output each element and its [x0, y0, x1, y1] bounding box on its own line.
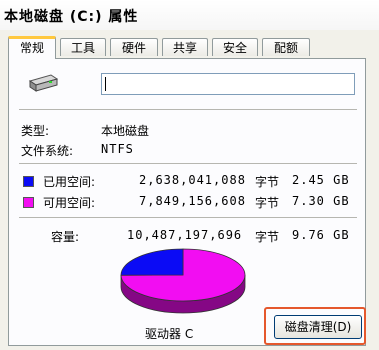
tab-quota[interactable]: 配额: [262, 38, 310, 56]
used-space-label: 已用空间:: [43, 175, 96, 189]
type-label: 类型:: [21, 124, 50, 138]
divider: [19, 109, 357, 110]
free-space-bytes: 7,849,156,608: [139, 194, 246, 208]
title-bar[interactable]: 本地磁盘 (C:) 属性: [0, 0, 379, 30]
filesystem-label: 文件系统:: [21, 144, 74, 158]
tab-label: 常规: [19, 41, 44, 55]
type-value: 本地磁盘: [101, 124, 150, 138]
divider: [19, 163, 357, 164]
tab-label: 安全: [222, 41, 247, 55]
disk-cleanup-label: 磁盘清理(D): [284, 320, 352, 334]
used-space-unit: 字节: [255, 175, 280, 189]
capacity-bytes: 10,487,197,696: [127, 228, 243, 242]
properties-window: 本地磁盘 (C:) 属性 常规 工具 硬件 共享 安全 配额 类型: 本地磁盘 …: [0, 0, 379, 350]
tab-sharing[interactable]: 共享: [162, 38, 208, 56]
disk-cleanup-button[interactable]: 磁盘清理(D): [274, 315, 362, 339]
disk-usage-pie: [120, 248, 246, 314]
tab-label: 共享: [172, 41, 197, 55]
drive-label: 驱动器 C: [145, 327, 194, 341]
tab-general[interactable]: 常规: [8, 36, 56, 59]
capacity-unit: 字节: [255, 230, 280, 244]
tab-label: 配额: [273, 41, 298, 55]
capacity-size: 9.76 GB: [292, 228, 350, 242]
tab-label: 硬件: [121, 41, 146, 55]
free-space-unit: 字节: [255, 196, 280, 210]
general-panel: 类型: 本地磁盘 文件系统: NTFS 已用空间: 2,638,041,088 …: [8, 58, 366, 346]
filesystem-value: NTFS: [101, 142, 134, 156]
free-space-swatch: [23, 197, 34, 208]
tab-hardware[interactable]: 硬件: [110, 38, 158, 56]
tab-tools[interactable]: 工具: [60, 38, 106, 56]
text-caret: [105, 77, 106, 91]
free-space-label: 可用空间:: [43, 196, 96, 210]
pie-slice-used: [120, 248, 184, 276]
divider: [19, 217, 357, 218]
used-space-size: 2.45 GB: [292, 173, 350, 187]
used-space-swatch: [23, 176, 34, 187]
free-space-size: 7.30 GB: [292, 194, 350, 208]
tab-label: 工具: [70, 41, 95, 55]
volume-name-input[interactable]: [101, 73, 355, 95]
window-title: 本地磁盘 (C:) 属性: [4, 9, 139, 25]
drive-icon: [28, 74, 59, 92]
tab-security[interactable]: 安全: [212, 38, 258, 56]
capacity-label: 容量:: [51, 230, 80, 244]
used-space-bytes: 2,638,041,088: [139, 173, 246, 187]
